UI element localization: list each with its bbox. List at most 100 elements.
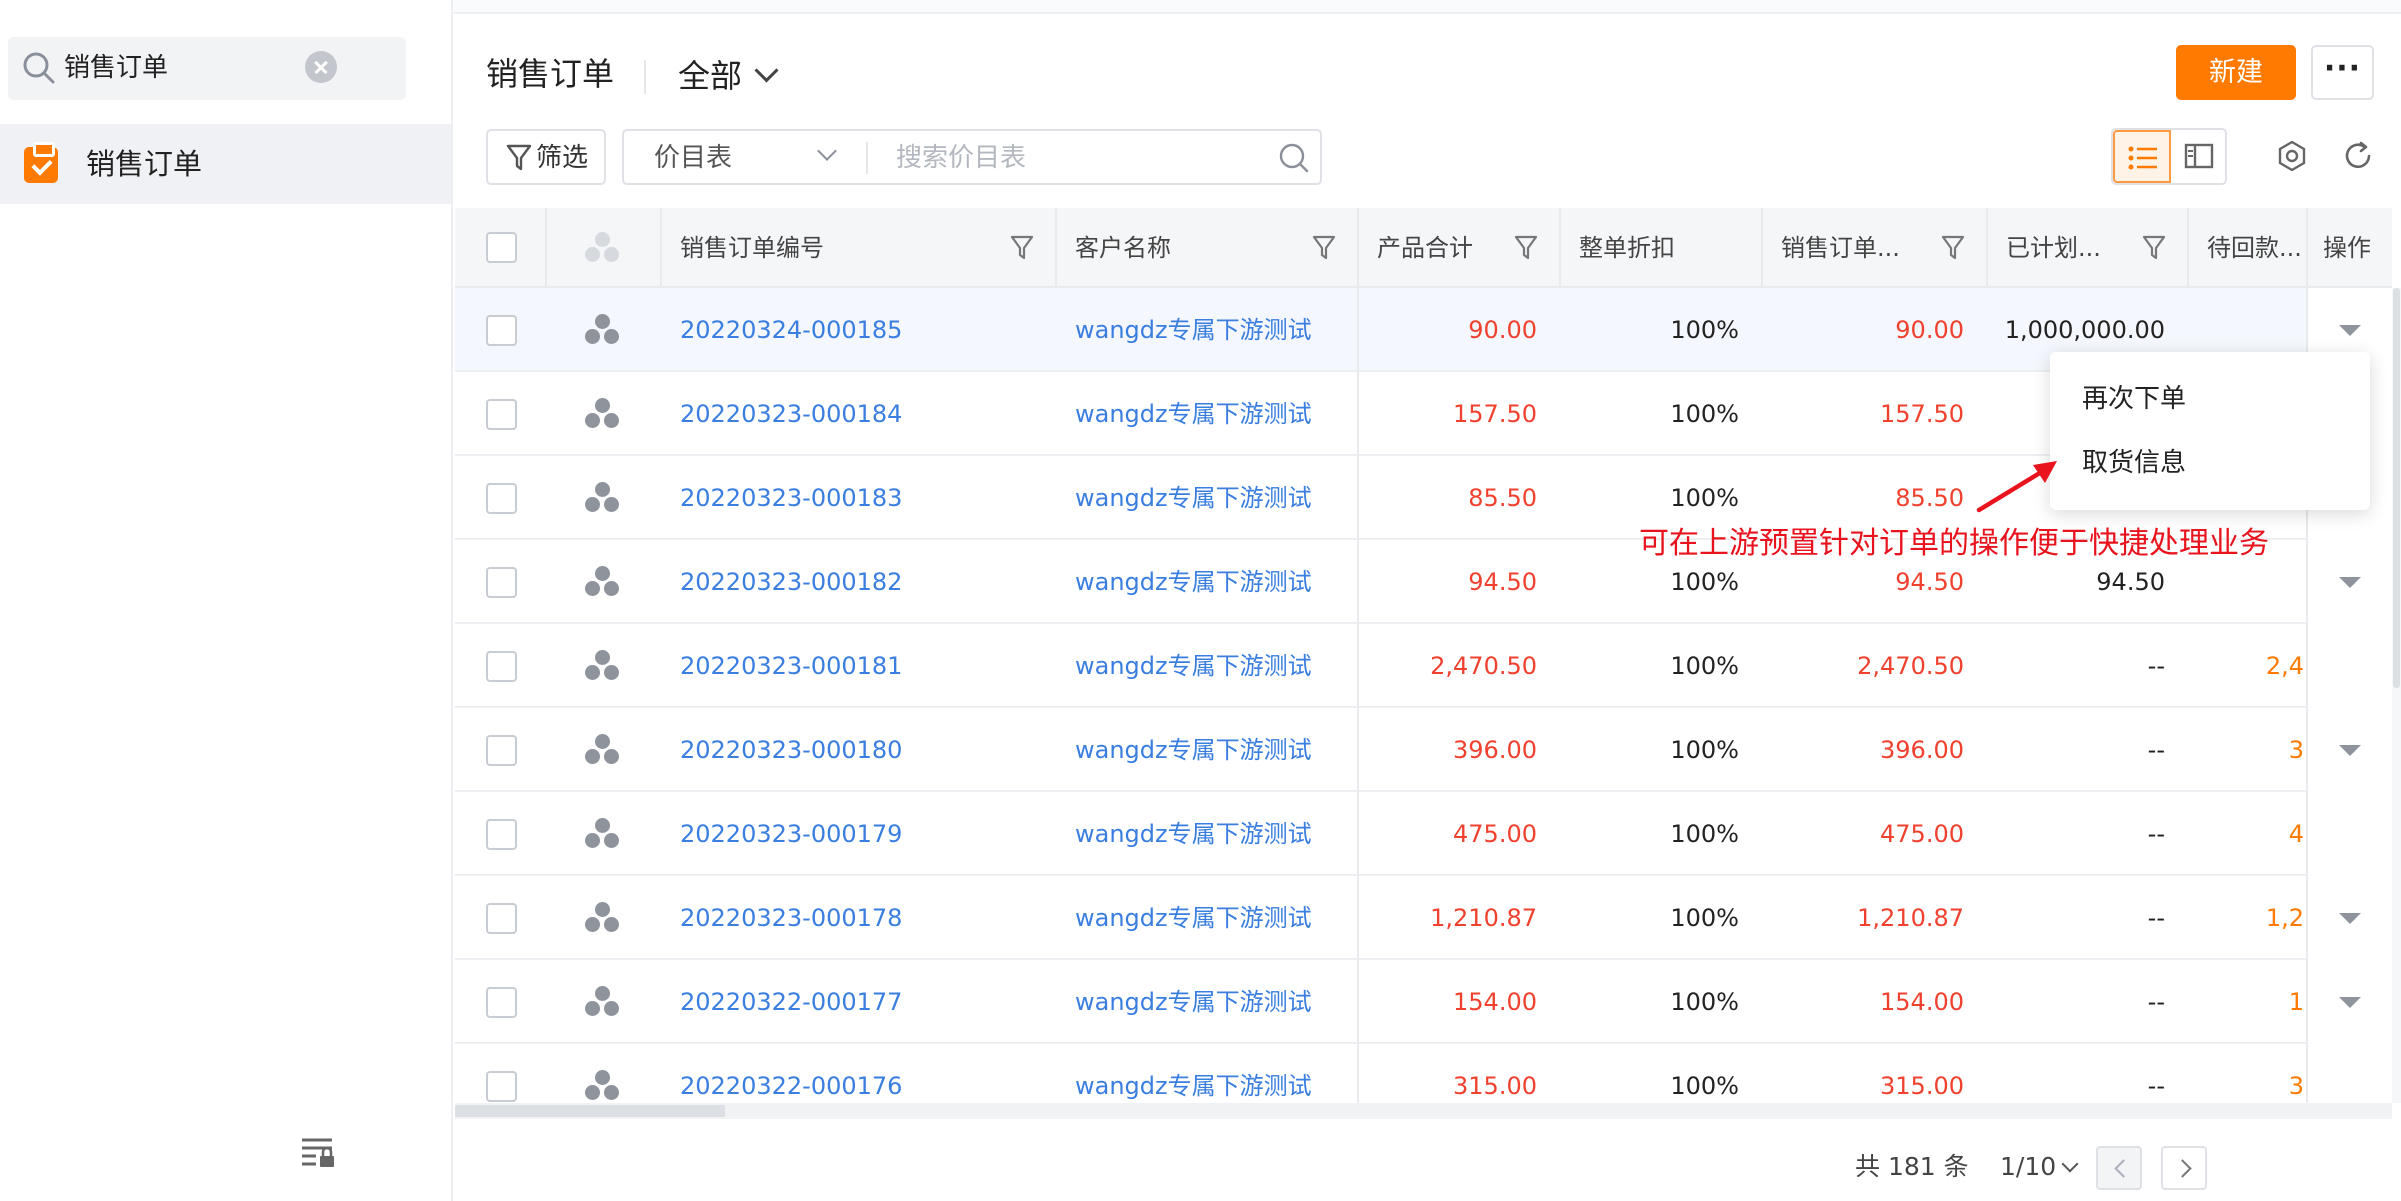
column-divider bbox=[1559, 208, 1561, 288]
price-list-select[interactable]: 价目表 bbox=[654, 141, 732, 175]
planned-cell: -- bbox=[2147, 1072, 2165, 1100]
owner-avatar-icon bbox=[585, 398, 621, 430]
order-number-link[interactable]: 20220323-000184 bbox=[680, 372, 902, 456]
customer-name-link[interactable]: wangdz专属下游测试 bbox=[1075, 1044, 1312, 1106]
order-number-link[interactable]: 20220322-000176 bbox=[680, 1044, 902, 1106]
customer-name-link[interactable]: wangdz专属下游测试 bbox=[1075, 624, 1312, 708]
more-button[interactable]: ··· bbox=[2311, 45, 2374, 100]
order-number-link[interactable]: 20220324-000185 bbox=[680, 288, 902, 372]
column-filter-icon[interactable] bbox=[1312, 208, 1336, 288]
row-checkbox[interactable] bbox=[486, 987, 517, 1018]
list-view-button[interactable] bbox=[2113, 130, 2171, 183]
customer-name-link[interactable]: wangdz专属下游测试 bbox=[1075, 456, 1312, 540]
row-checkbox[interactable] bbox=[486, 567, 517, 598]
settings-icon[interactable] bbox=[2276, 140, 2308, 172]
customer-name-link[interactable]: wangdz专属下游测试 bbox=[1075, 540, 1312, 624]
table-header: 销售订单编号 客户名称 产品合计 整单折扣 销售订单... 已计划... 待回款… bbox=[455, 208, 2392, 288]
owner-avatar-icon bbox=[585, 734, 621, 766]
column-header-planned[interactable]: 已计划... bbox=[2006, 208, 2101, 288]
planned-cell: -- bbox=[2147, 736, 2165, 764]
row-actions-caret-icon[interactable] bbox=[2339, 577, 2361, 588]
row-checkbox[interactable] bbox=[486, 399, 517, 430]
sidebar-search-box[interactable]: 销售订单 bbox=[8, 37, 406, 100]
customer-name-link[interactable]: wangdz专属下游测试 bbox=[1075, 960, 1312, 1044]
clear-search-icon[interactable] bbox=[305, 51, 337, 83]
customer-name-link[interactable]: wangdz专属下游测试 bbox=[1075, 792, 1312, 876]
row-checkbox[interactable] bbox=[486, 735, 517, 766]
scrollbar-thumb[interactable] bbox=[455, 1105, 725, 1117]
order-amount-cell: 2,470.50 bbox=[1857, 652, 1964, 680]
order-number-link[interactable]: 20220323-000180 bbox=[680, 708, 902, 792]
table-row[interactable]: 20220323-000179 wangdz专属下游测试 475.00 100% 475… bbox=[455, 792, 2392, 876]
column-header-order-amount[interactable]: 销售订单... bbox=[1781, 208, 1900, 288]
order-number-link[interactable]: 20220323-000179 bbox=[680, 792, 902, 876]
row-checkbox[interactable] bbox=[486, 1071, 517, 1102]
column-header-order-no[interactable]: 销售订单编号 bbox=[680, 208, 824, 288]
column-header-customer[interactable]: 客户名称 bbox=[1075, 208, 1171, 288]
order-number-link[interactable]: 20220323-000182 bbox=[680, 540, 902, 624]
new-button[interactable]: 新建 bbox=[2176, 45, 2296, 100]
column-filter-icon[interactable] bbox=[1514, 208, 1538, 288]
row-actions-caret-icon[interactable] bbox=[2339, 997, 2361, 1008]
menu-item-pickup-info[interactable]: 取货信息 bbox=[2082, 443, 2186, 483]
orders-table: 销售订单编号 客户名称 产品合计 整单折扣 销售订单... 已计划... 待回款… bbox=[455, 208, 2392, 1106]
table-row[interactable]: 20220323-000178 wangdz专属下游测试 1,210.87 100% 1… bbox=[455, 876, 2392, 960]
column-header-product-total[interactable]: 产品合计 bbox=[1377, 208, 1473, 288]
owner-avatar-icon bbox=[585, 902, 621, 934]
discount-cell: 100% bbox=[1670, 988, 1739, 1016]
column-filter-icon[interactable] bbox=[1010, 208, 1034, 288]
page-size-select[interactable]: 1/10 bbox=[2000, 1146, 2079, 1188]
order-number-link[interactable]: 20220322-000177 bbox=[680, 960, 902, 1044]
customer-name-link[interactable]: wangdz专属下游测试 bbox=[1075, 708, 1312, 792]
row-actions-caret-icon[interactable] bbox=[2339, 913, 2361, 924]
list-settings-lock-icon[interactable] bbox=[298, 1134, 338, 1170]
refresh-icon[interactable] bbox=[2342, 140, 2374, 172]
column-divider bbox=[1761, 208, 1763, 288]
row-checkbox[interactable] bbox=[486, 483, 517, 514]
product-total-cell: 94.50 bbox=[1468, 568, 1537, 596]
scrollbar-thumb[interactable] bbox=[2393, 288, 2400, 688]
customer-name-link[interactable]: wangdz专属下游测试 bbox=[1075, 372, 1312, 456]
customer-name-link[interactable]: wangdz专属下游测试 bbox=[1075, 288, 1312, 372]
order-amount-cell: 1,210.87 bbox=[1857, 904, 1964, 932]
split-view-button[interactable] bbox=[2171, 130, 2225, 183]
column-filter-icon[interactable] bbox=[1941, 208, 1965, 288]
row-checkbox[interactable] bbox=[486, 903, 517, 934]
select-all-checkbox[interactable] bbox=[486, 232, 517, 263]
sidebar-search-input[interactable]: 销售订单 bbox=[64, 51, 168, 85]
order-number-link[interactable]: 20220323-000178 bbox=[680, 876, 902, 960]
table-row[interactable]: 20220322-000176 wangdz专属下游测试 315.00 100% 315… bbox=[455, 1044, 2392, 1106]
filter-button[interactable]: 筛选 bbox=[486, 129, 606, 185]
horizontal-scrollbar[interactable] bbox=[455, 1103, 2392, 1119]
menu-item-reorder[interactable]: 再次下单 bbox=[2082, 379, 2186, 419]
row-checkbox[interactable] bbox=[486, 819, 517, 850]
table-row[interactable]: 20220322-000177 wangdz专属下游测试 154.00 100% 154… bbox=[455, 960, 2392, 1044]
owner-avatar-icon bbox=[585, 566, 621, 598]
customer-name-link[interactable]: wangdz专属下游测试 bbox=[1075, 876, 1312, 960]
planned-cell: -- bbox=[2147, 988, 2165, 1016]
price-list-search-input[interactable]: 搜索价目表 bbox=[896, 141, 1026, 175]
order-number-link[interactable]: 20220323-000181 bbox=[680, 624, 902, 708]
row-checkbox[interactable] bbox=[486, 651, 517, 682]
row-actions-caret-icon[interactable] bbox=[2339, 325, 2361, 336]
prev-page-button[interactable] bbox=[2096, 1146, 2142, 1190]
column-header-discount[interactable]: 整单折扣 bbox=[1579, 208, 1675, 288]
next-page-button[interactable] bbox=[2161, 1146, 2207, 1190]
column-divider bbox=[1055, 208, 1057, 288]
sidebar-item-sales-order[interactable]: 销售订单 bbox=[0, 124, 451, 204]
discount-cell: 100% bbox=[1670, 652, 1739, 680]
table-row[interactable]: 20220323-000180 wangdz专属下游测试 396.00 100% 396… bbox=[455, 708, 2392, 792]
row-actions-caret-icon[interactable] bbox=[2339, 745, 2361, 756]
row-checkbox[interactable] bbox=[486, 315, 517, 346]
column-divider bbox=[1986, 208, 1988, 288]
vertical-scrollbar[interactable] bbox=[2392, 288, 2401, 1103]
column-header-pending[interactable]: 待回款... bbox=[2207, 208, 2302, 288]
view-selector[interactable]: 全部 bbox=[678, 54, 779, 98]
pending-cell: 1 bbox=[2288, 988, 2304, 1016]
owner-avatar-icon bbox=[585, 482, 621, 514]
table-row[interactable]: 20220323-000181 wangdz专属下游测试 2,470.50 100% 2… bbox=[455, 624, 2392, 708]
order-number-link[interactable]: 20220323-000183 bbox=[680, 456, 902, 540]
column-divider bbox=[660, 208, 662, 288]
search-icon[interactable] bbox=[1278, 142, 1310, 174]
column-filter-icon[interactable] bbox=[2142, 208, 2166, 288]
